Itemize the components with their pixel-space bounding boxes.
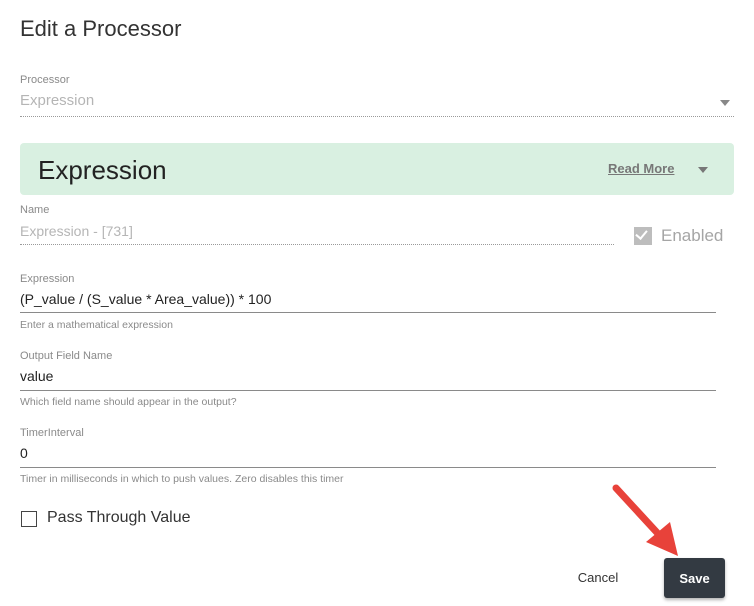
- processor-label: Processor: [20, 74, 70, 86]
- timer-input[interactable]: 0: [20, 445, 28, 461]
- timer-label: TimerInterval: [20, 427, 84, 439]
- chevron-down-icon: [720, 100, 730, 106]
- save-button[interactable]: Save: [664, 558, 725, 598]
- timer-underline: [20, 467, 716, 468]
- expression-underline: [20, 312, 716, 313]
- name-input[interactable]: Expression - [731]: [20, 223, 133, 239]
- chevron-down-icon[interactable]: [698, 167, 708, 173]
- pass-through-label[interactable]: Pass Through Value: [47, 509, 191, 527]
- output-field-underline: [20, 390, 716, 391]
- name-label: Name: [20, 204, 50, 216]
- expression-label: Expression: [20, 273, 75, 285]
- processor-select[interactable]: Expression: [20, 88, 734, 116]
- expression-helper: Enter a mathematical expression: [20, 319, 173, 331]
- red-arrow-icon: [612, 484, 678, 556]
- name-underline: [20, 244, 614, 245]
- expression-input[interactable]: (P_value / (S_value * Area_value)) * 100: [20, 291, 271, 307]
- check-icon: [635, 227, 648, 240]
- timer-helper: Timer in milliseconds in which to push v…: [20, 473, 344, 485]
- pass-through-checkbox[interactable]: [21, 511, 37, 527]
- output-field-label: Output Field Name: [20, 350, 113, 362]
- cancel-button[interactable]: Cancel: [560, 560, 636, 594]
- output-field-helper: Which field name should appear in the ou…: [20, 396, 237, 408]
- output-field-input[interactable]: value: [20, 368, 53, 384]
- banner-title: Expression: [38, 155, 167, 185]
- processor-underline: [20, 116, 734, 117]
- processor-banner: Expression Read More: [20, 143, 734, 195]
- enabled-label: Enabled: [661, 226, 724, 245]
- dialog-title: Edit a Processor: [20, 16, 182, 41]
- processor-value: Expression: [20, 92, 95, 109]
- enabled-checkbox[interactable]: [634, 227, 652, 245]
- read-more-link[interactable]: Read More: [608, 161, 674, 176]
